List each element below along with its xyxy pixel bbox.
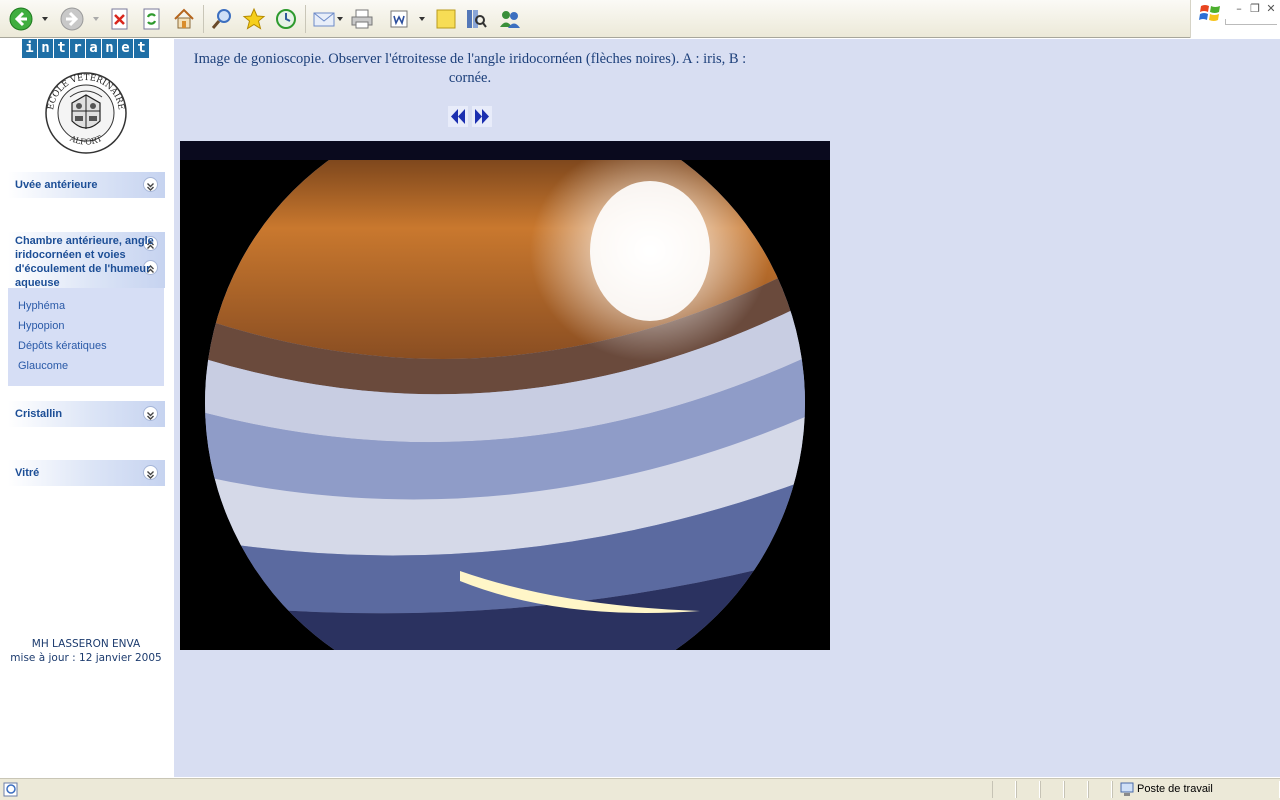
status-zone-text: Poste de travail xyxy=(1137,783,1213,795)
submenu-item-depots-keratiques[interactable]: Dépôts kératiques xyxy=(18,340,107,352)
menu-label: Vitré xyxy=(15,467,40,479)
status-cell xyxy=(992,781,1016,798)
browser-toolbar xyxy=(0,0,1190,38)
status-cell xyxy=(1064,781,1088,798)
dropdown-arrow-icon xyxy=(93,17,99,21)
submenu-item-hypopion[interactable]: Hypopion xyxy=(18,320,64,332)
back-button[interactable] xyxy=(7,5,35,33)
submenu-chambre-anterieure: Hyphéma Hypopion Dépôts kératiques Glauc… xyxy=(8,288,164,386)
status-bar: Poste de travail xyxy=(0,777,1280,800)
credits-author: MH LASSERON ENVA xyxy=(31,638,141,650)
logo-letter: e xyxy=(118,39,133,58)
back-dropdown[interactable] xyxy=(41,14,49,24)
print-button[interactable] xyxy=(348,5,376,33)
star-icon xyxy=(242,7,266,30)
note-icon xyxy=(436,9,456,29)
messenger-button[interactable] xyxy=(496,5,524,33)
edit-button[interactable] xyxy=(385,5,413,33)
menu-label: Uvée antérieure xyxy=(15,179,98,191)
credits: MH LASSERON ENVA mise à jour : 12 janvie… xyxy=(0,637,172,665)
favorites-button[interactable] xyxy=(240,5,268,33)
stop-icon xyxy=(111,8,128,30)
menu-cristallin[interactable]: Cristallin xyxy=(8,401,165,427)
search-icon xyxy=(211,9,231,29)
dropdown-arrow-icon xyxy=(419,17,425,21)
dropdown-arrow-icon xyxy=(42,17,48,21)
menu-chambre-anterieure[interactable]: Chambre antérieure, angle iridocornéen e… xyxy=(8,232,165,288)
window-controls: – ❐ ✕ xyxy=(1190,0,1280,38)
sidebar: intranet ECOLE VETERINAIRE ALFORT Uvée a… xyxy=(0,39,174,777)
menu-vitre[interactable]: Vitré xyxy=(8,460,165,486)
forward-button[interactable] xyxy=(58,5,86,33)
status-cell xyxy=(1016,781,1040,798)
logo-letter: t xyxy=(134,39,149,58)
logo-letter: n xyxy=(38,39,53,58)
logo-letter: r xyxy=(70,39,85,58)
menu-label: Chambre antérieure, angle iridocornéen e… xyxy=(15,235,154,288)
status-cell xyxy=(1040,781,1064,798)
dropdown-arrow-icon xyxy=(337,17,343,21)
chevron-double-down-icon xyxy=(143,406,158,421)
refresh-button[interactable] xyxy=(138,5,166,33)
page-status-icon xyxy=(3,782,18,797)
toolbar-separator xyxy=(305,5,306,33)
messenger-icon xyxy=(500,11,520,28)
stop-button[interactable] xyxy=(106,5,134,33)
mail-icon xyxy=(313,12,335,27)
home-button[interactable] xyxy=(170,5,198,33)
history-button[interactable] xyxy=(272,5,300,33)
forward-dropdown[interactable] xyxy=(92,14,100,24)
logo-letter: n xyxy=(102,39,117,58)
logo-letter: i xyxy=(22,39,37,58)
back-arrow-icon xyxy=(9,7,33,31)
image-caption: Image de gonioscopie. Observer l'étroite… xyxy=(193,51,747,86)
computer-icon xyxy=(1120,782,1134,796)
research-button[interactable] xyxy=(462,5,490,33)
next-arrow-icon[interactable] xyxy=(472,106,492,127)
address-fragment xyxy=(1225,19,1277,25)
menu-uvee-anterieure[interactable]: Uvée antérieure xyxy=(8,172,165,198)
discuss-button[interactable] xyxy=(432,5,460,33)
printer-icon xyxy=(351,9,373,29)
previous-arrow-icon[interactable] xyxy=(448,106,468,127)
submenu-item-glaucome[interactable]: Glaucome xyxy=(18,360,68,372)
mail-button[interactable] xyxy=(310,5,338,33)
research-icon xyxy=(467,10,487,28)
refresh-icon xyxy=(143,8,160,30)
edit-dropdown[interactable] xyxy=(418,14,426,24)
main-content: Image de gonioscopie. Observer l'étroite… xyxy=(174,39,1280,777)
close-button[interactable]: ✕ xyxy=(1265,3,1277,15)
logo-letter: t xyxy=(54,39,69,58)
credits-updated: mise à jour : 12 janvier 2005 xyxy=(10,652,162,664)
home-icon xyxy=(174,8,194,29)
forward-arrow-icon xyxy=(60,7,84,31)
status-cell xyxy=(1088,781,1112,798)
mail-dropdown[interactable] xyxy=(336,14,344,24)
chevron-double-down-icon xyxy=(143,465,158,480)
chevron-double-down-icon xyxy=(143,177,158,192)
submenu-item-hyphema[interactable]: Hyphéma xyxy=(18,300,65,312)
windows-flag-icon xyxy=(1199,5,1220,21)
gonioscopy-image xyxy=(180,141,830,650)
logo-letter: a xyxy=(86,39,101,58)
minimize-button[interactable]: – xyxy=(1233,3,1245,15)
intranet-logo[interactable]: intranet xyxy=(22,39,149,58)
history-icon xyxy=(276,9,296,29)
search-button[interactable] xyxy=(208,5,236,33)
restore-button[interactable]: ❐ xyxy=(1249,3,1261,15)
toolbar-separator xyxy=(203,5,204,33)
school-seal-logo: ECOLE VETERINAIRE ALFORT xyxy=(45,72,127,154)
menu-label: Cristallin xyxy=(15,408,63,420)
word-edit-icon xyxy=(390,10,408,28)
